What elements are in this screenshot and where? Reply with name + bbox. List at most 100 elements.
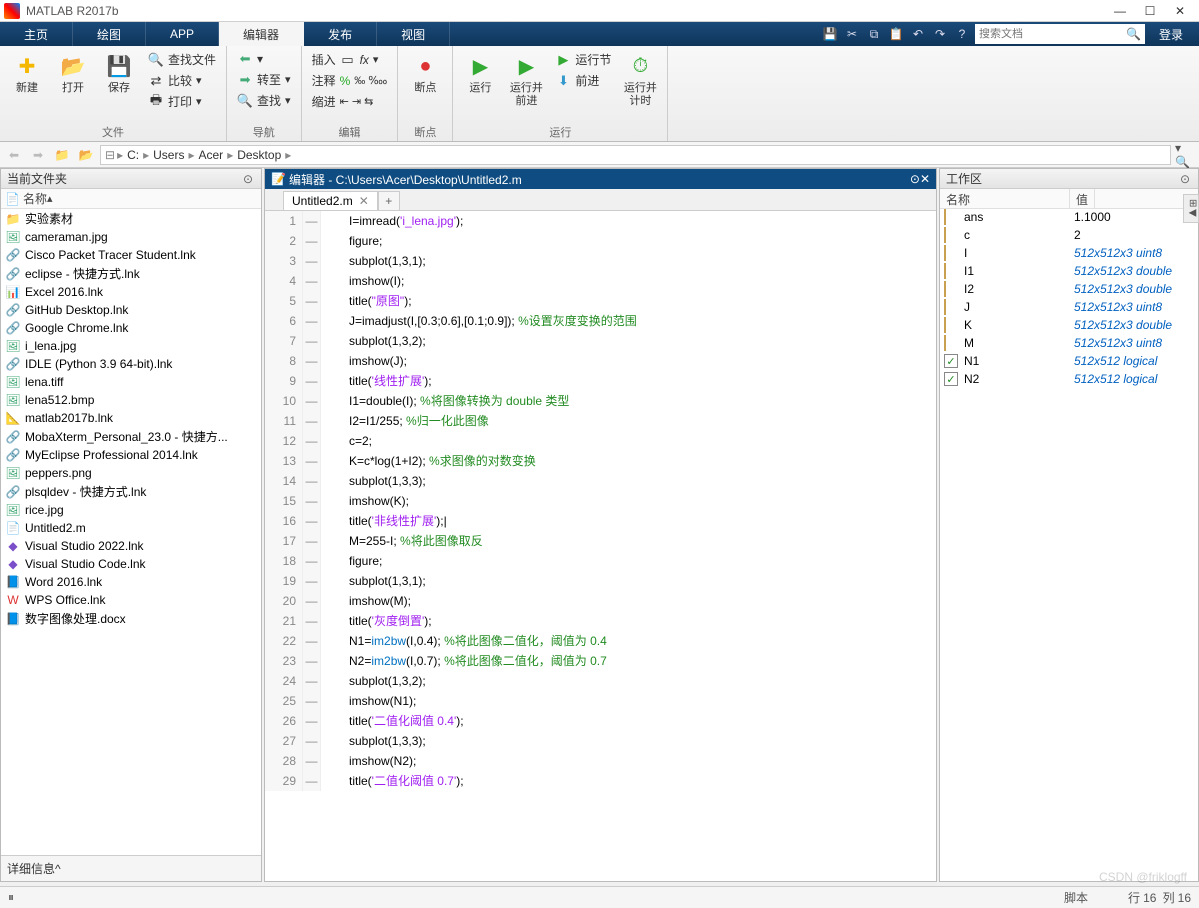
file-row[interactable]: 📘数字图像处理.docx (1, 609, 261, 628)
code-line[interactable]: 13—K=c*log(1+I2); %求图像的对数变换 (265, 451, 936, 471)
code-line[interactable]: 27—subplot(1,3,3); (265, 731, 936, 751)
insert-button[interactable]: 插入 ▭ fx ▾ (308, 50, 392, 69)
file-row[interactable]: 📁实验素材 (1, 209, 261, 228)
tab-view[interactable]: 视图 (377, 22, 450, 46)
close-button[interactable]: ✕ (1165, 0, 1195, 22)
code-line[interactable]: 6—J=imadjust(I,[0.3;0.6],[0.1;0.9]); %设置… (265, 311, 936, 331)
nav-fwd-icon[interactable]: ➡ (28, 145, 48, 165)
workspace-row[interactable]: I1512x512x3 double (940, 263, 1198, 281)
tab-editor[interactable]: 编辑器 (219, 22, 304, 46)
tab-home[interactable]: 主页 (0, 22, 73, 46)
code-line[interactable]: 7—subplot(1,3,2); (265, 331, 936, 351)
code-line[interactable]: 20—imshow(M); (265, 591, 936, 611)
file-row[interactable]: ◆Visual Studio 2022.lnk (1, 537, 261, 555)
run-advance-button[interactable]: ▶运行并 前进 (505, 48, 547, 108)
file-row[interactable]: 🔗IDLE (Python 3.9 64-bit).lnk (1, 355, 261, 373)
workspace-row[interactable]: I512x512x3 uint8 (940, 245, 1198, 263)
nav-up-icon[interactable]: 📁 (52, 145, 72, 165)
code-line[interactable]: 26—title('二值化阈值 0.4'); (265, 711, 936, 731)
login-link[interactable]: 登录 (1149, 26, 1193, 43)
file-row[interactable]: 🔗eclipse - 快捷方式.lnk (1, 264, 261, 283)
quick-help-icon[interactable]: ? (953, 25, 971, 43)
workspace-row[interactable]: ✓N2512x512 logical (940, 371, 1198, 389)
code-line[interactable]: 22—N1=im2bw(I,0.4); %将此图像二值化，阈值为 0.4 (265, 631, 936, 651)
file-row[interactable]: 🔗GitHub Desktop.lnk (1, 301, 261, 319)
file-list[interactable]: 📁实验素材🖼cameraman.jpg🔗Cisco Packet Tracer … (1, 209, 261, 855)
workspace-row[interactable]: M512x512x3 uint8 (940, 335, 1198, 353)
file-row[interactable]: 🖼peppers.png (1, 464, 261, 482)
ws-menu-icon[interactable]: ⊙ (1178, 172, 1192, 186)
code-line[interactable]: 17—M=255-I; %将此图像取反 (265, 531, 936, 551)
quick-paste-icon[interactable]: 📋 (887, 25, 905, 43)
code-line[interactable]: 24—subplot(1,3,2); (265, 671, 936, 691)
folder-up-icon[interactable]: 📄 (5, 192, 20, 206)
new-button[interactable]: ✚新建 (6, 48, 48, 95)
workspace-row[interactable]: ans1.1000 (940, 209, 1198, 227)
code-line[interactable]: 12—c=2; (265, 431, 936, 451)
code-line[interactable]: 14—subplot(1,3,3); (265, 471, 936, 491)
code-line[interactable]: 2—figure; (265, 231, 936, 251)
code-line[interactable]: 11—I2=I1/255; %归一化此图像 (265, 411, 936, 431)
search-icon[interactable]: 🔍 (1126, 27, 1141, 41)
doc-search-input[interactable] (979, 28, 1126, 40)
comment-button[interactable]: 注释 % ‰ ‱ (308, 71, 392, 90)
file-row[interactable]: 🔗Google Chrome.lnk (1, 319, 261, 337)
side-tab[interactable]: ⊞◀ (1183, 194, 1199, 223)
file-row[interactable]: 🔗MyEclipse Professional 2014.lnk (1, 446, 261, 464)
code-line[interactable]: 1—I=imread('i_lena.jpg'); (265, 211, 936, 231)
code-line[interactable]: 28—imshow(N2); (265, 751, 936, 771)
indent-button[interactable]: 缩进 ⇤ ⇥ ⇆ (308, 92, 392, 111)
workspace-list[interactable]: ans1.1000c2I512x512x3 uint8I1512x512x3 d… (940, 209, 1198, 881)
editor-dock-icon[interactable]: ⊙ (910, 172, 920, 186)
code-line[interactable]: 29—title('二值化阈值 0.7'); (265, 771, 936, 791)
findfiles-button[interactable]: 🔍查找文件 (144, 50, 220, 69)
code-line[interactable]: 5—title("原图"); (265, 291, 936, 311)
code-line[interactable]: 15—imshow(K); (265, 491, 936, 511)
workspace-row[interactable]: c2 (940, 227, 1198, 245)
file-row[interactable]: 🖼i_lena.jpg (1, 337, 261, 355)
file-row[interactable]: 🖼rice.jpg (1, 501, 261, 519)
nav-back-icon[interactable]: ⬅ (4, 145, 24, 165)
file-row[interactable]: 📘Word 2016.lnk (1, 573, 261, 591)
ws-name-header[interactable]: 名称 (940, 189, 1070, 208)
crumb-3[interactable]: Desktop (235, 148, 283, 162)
workspace-row[interactable]: K512x512x3 double (940, 317, 1198, 335)
goto-button[interactable]: ➡转至 ▾ (233, 70, 295, 89)
ws-value-header[interactable]: 值 (1070, 189, 1095, 208)
code-line[interactable]: 23—N2=im2bw(I,0.7); %将此图像二值化，阈值为 0.7 (265, 651, 936, 671)
tab-close-icon[interactable]: ✕ (359, 194, 369, 208)
file-row[interactable]: WWPS Office.lnk (1, 591, 261, 609)
path-dropdown-icon[interactable]: ▾ 🔍 (1175, 145, 1195, 165)
crumb-1[interactable]: Users (151, 148, 186, 162)
file-row[interactable]: 📐matlab2017b.lnk (1, 409, 261, 427)
breakpoints-button[interactable]: ●断点 (404, 48, 446, 95)
save-button[interactable]: 💾保存 (98, 48, 140, 95)
file-row[interactable]: 🔗plsqldev - 快捷方式.lnk (1, 482, 261, 501)
quick-cut-icon[interactable]: ✂ (843, 25, 861, 43)
find-button[interactable]: 🔍查找 ▾ (233, 91, 295, 110)
advance-button[interactable]: ⬇前进 (551, 71, 615, 90)
file-row[interactable]: 🔗Cisco Packet Tracer Student.lnk (1, 246, 261, 264)
run-time-button[interactable]: ⏱运行并 计时 (619, 48, 661, 108)
nav-back-button[interactable]: ⬅▾ (233, 50, 295, 68)
nav-history-icon[interactable]: 📂 (76, 145, 96, 165)
run-button[interactable]: ▶运行 (459, 48, 501, 95)
file-row[interactable]: 📊Excel 2016.lnk (1, 283, 261, 301)
workspace-row[interactable]: ✓N1512x512 logical (940, 353, 1198, 371)
print-button[interactable]: 🖶打印 ▾ (144, 92, 220, 111)
code-line[interactable]: 16—title('非线性扩展');| (265, 511, 936, 531)
doc-search[interactable]: 🔍 (975, 24, 1145, 44)
tab-add-button[interactable]: + (378, 191, 400, 210)
editor-tab[interactable]: Untitled2.m✕ (283, 191, 378, 210)
detail-expand-icon[interactable]: ^ (55, 862, 61, 876)
address-bar[interactable]: ⊟ ▸ C:▸ Users▸ Acer▸ Desktop▸ (100, 145, 1171, 165)
crumb-0[interactable]: C: (125, 148, 141, 162)
run-section-button[interactable]: ▶运行节 (551, 50, 615, 69)
file-row[interactable]: 📄Untitled2.m (1, 519, 261, 537)
file-row[interactable]: 🖼cameraman.jpg (1, 228, 261, 246)
workspace-row[interactable]: J512x512x3 uint8 (940, 299, 1198, 317)
code-line[interactable]: 8—imshow(J); (265, 351, 936, 371)
workspace-row[interactable]: I2512x512x3 double (940, 281, 1198, 299)
file-row[interactable]: 🔗MobaXterm_Personal_23.0 - 快捷方... (1, 427, 261, 446)
open-button[interactable]: 📂打开 (52, 48, 94, 95)
